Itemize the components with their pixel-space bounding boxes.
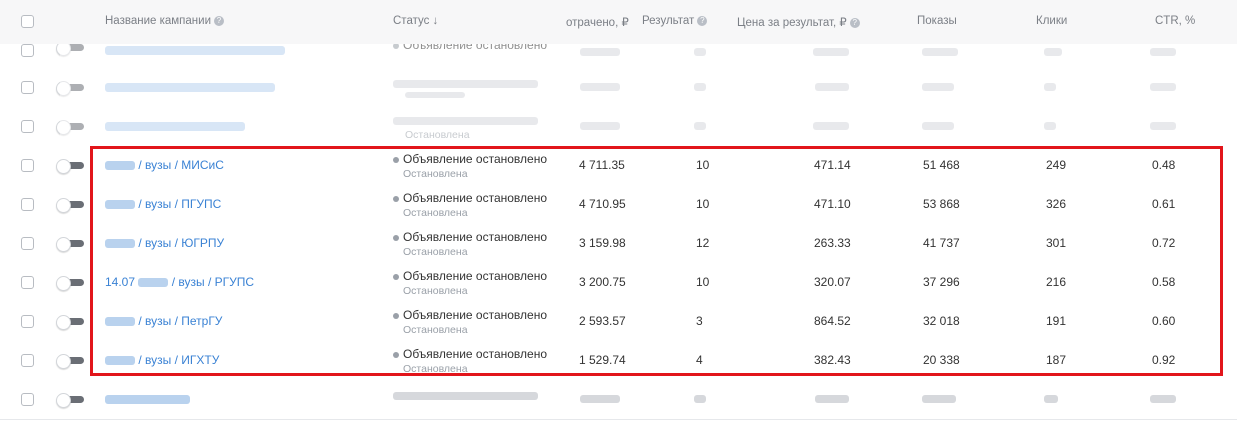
blurred-value [815, 395, 849, 403]
blur-overlay [60, 44, 1180, 144]
help-icon[interactable]: ? [214, 15, 224, 26]
row-checkbox[interactable] [21, 44, 34, 57]
column-header-result-label: Результат [642, 15, 695, 27]
row-checkbox[interactable] [21, 354, 34, 367]
column-header-name-label: Название кампании [105, 15, 211, 27]
blurred-value [694, 395, 706, 403]
column-header-ctr[interactable]: CTR, % [1155, 15, 1195, 27]
row-checkbox[interactable] [21, 393, 34, 406]
column-header-spent[interactable]: отрачено, ₽ [566, 15, 629, 29]
campaign-toggle[interactable] [56, 315, 84, 330]
column-header-price[interactable]: Цена за результат, ₽? [737, 15, 860, 29]
column-header-status[interactable]: Статус ↓ [393, 15, 438, 27]
row-checkbox[interactable] [21, 159, 34, 172]
table-header: Название кампании? Статус ↓ отрачено, ₽ … [0, 0, 1237, 45]
campaign-toggle[interactable] [56, 276, 84, 291]
blurred-value [580, 395, 620, 403]
column-header-impressions[interactable]: Показы [917, 15, 957, 27]
blurred-value [922, 395, 956, 403]
blurred-status [393, 392, 538, 400]
column-header-price-label: Цена за результат, ₽ [737, 17, 847, 29]
table-row[interactable] [0, 380, 1237, 420]
row-checkbox[interactable] [21, 120, 34, 133]
blurred-value [1150, 395, 1176, 403]
column-header-name[interactable]: Название кампании? [105, 15, 224, 27]
row-checkbox[interactable] [21, 315, 34, 328]
column-header-result[interactable]: Результат? [642, 15, 708, 27]
column-header-clicks[interactable]: Клики [1036, 15, 1067, 27]
campaign-toggle[interactable] [56, 237, 84, 252]
blurred-campaign-name [105, 395, 190, 404]
row-checkbox[interactable] [21, 237, 34, 250]
campaign-toggle[interactable] [56, 198, 84, 213]
row-checkbox[interactable] [21, 81, 34, 94]
row-checkbox[interactable] [21, 276, 34, 289]
highlight-box [90, 146, 1223, 376]
campaign-toggle[interactable] [56, 354, 84, 369]
select-all-checkbox[interactable] [21, 15, 34, 28]
blurred-value [1044, 395, 1058, 403]
help-icon[interactable]: ? [697, 15, 708, 26]
help-icon[interactable]: ? [849, 17, 860, 28]
campaign-toggle[interactable] [56, 159, 84, 174]
campaign-toggle[interactable] [56, 393, 84, 408]
row-checkbox[interactable] [21, 198, 34, 211]
